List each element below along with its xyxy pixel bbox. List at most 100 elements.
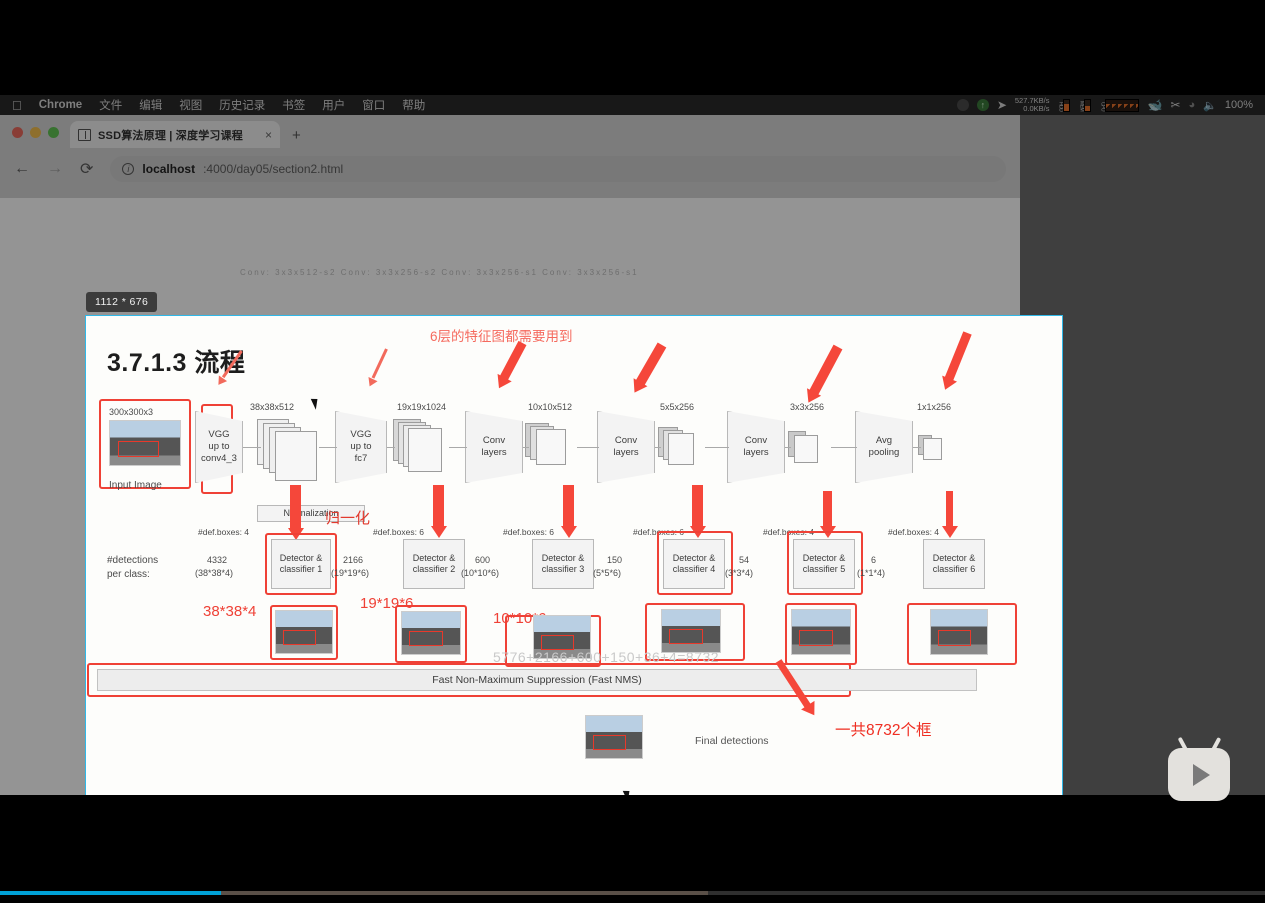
block-vgg-conv43-l1: VGG <box>208 429 230 441</box>
connector-3 <box>387 447 395 448</box>
annotation-total-boxes-text: 一共8732个框 <box>835 722 932 739</box>
connector-5 <box>523 447 529 448</box>
detector-box-2: Detector & classifier 2 <box>403 539 465 589</box>
feature-map-cube-6 <box>918 435 952 467</box>
screen-root:  Chrome 文件 编辑 视图 历史记录 书签 用户 窗口 帮助 ↑ ➤ 5… <box>0 0 1265 903</box>
detections-per-class-label-line2: per class: <box>107 569 150 580</box>
block-conv1-l1: Conv <box>482 435 506 447</box>
annotation-arrow-3 <box>491 340 527 392</box>
video-progress-bar[interactable] <box>0 891 1265 895</box>
annotation-top-text: 6层的特征图都需要用到 <box>430 329 573 344</box>
count-formula-5: (3*3*4) <box>725 568 754 578</box>
count-total-3: 600 <box>475 555 491 565</box>
annotation-arrow-detector-2 <box>430 485 447 538</box>
connector-2 <box>319 447 337 448</box>
count-formula-2: (19*19*6) <box>331 568 370 578</box>
feature-map-cube-3 <box>525 423 577 473</box>
block-avgpool-l1: Avg <box>875 435 893 447</box>
input-image-label: Input Image <box>109 480 162 491</box>
nms-bar: Fast Non-Maximum Suppression (Fast NMS) <box>97 669 977 691</box>
feature-map-cube-4 <box>658 427 704 471</box>
count-formula-1: (38*38*4) <box>195 568 234 578</box>
detector-box-1: Detector & classifier 1 <box>271 539 331 589</box>
annotation-arrow-2 <box>364 348 388 389</box>
feature-map-label-1: 38x38x512 <box>250 402 295 412</box>
detector-label-5: Detector & classifier 5 <box>802 552 846 574</box>
connector-8 <box>705 447 729 448</box>
feature-map-cube-1 <box>257 419 319 485</box>
feature-map-label-2: 19x19x1024 <box>397 402 447 412</box>
connector-1 <box>243 447 261 448</box>
captured-selection-region[interactable]: 3.7.1.3 流程 6层的特征图都需要用到 300x300x3 Input I… <box>85 315 1063 795</box>
block-vgg-fc7-l2: up to <box>350 441 372 453</box>
block-vgg-conv43-l2: up to <box>208 441 230 453</box>
screen-recording-viewport:  Chrome 文件 编辑 视图 历史记录 书签 用户 窗口 帮助 ↑ ➤ 5… <box>0 95 1265 795</box>
connector-6 <box>577 447 599 448</box>
feature-map-label-4: 5x5x256 <box>660 402 695 412</box>
block-conv3-l2: layers <box>743 447 769 458</box>
detector-box-4: Detector & classifier 4 <box>663 539 725 589</box>
connector-4 <box>449 447 467 448</box>
block-vgg-fc7-l1: VGG <box>350 429 372 441</box>
count-total-4: 150 <box>607 555 623 565</box>
detector-label-3: Detector & classifier 3 <box>541 552 585 574</box>
block-vgg-conv43: VGG up to conv4_3 <box>195 411 243 483</box>
block-avg-pooling: Avg pooling <box>855 411 913 483</box>
detector-box-6: Detector & classifier 6 <box>923 539 985 589</box>
annotation-arrow-6 <box>937 331 972 393</box>
block-conv-layers-3: Conv layers <box>727 411 785 483</box>
block-avgpool-l2: pooling <box>868 447 900 458</box>
count-total-5: 54 <box>739 555 750 565</box>
count-total-2: 2166 <box>343 555 364 565</box>
annotation-arrow-5 <box>801 344 843 407</box>
player-logo-icon[interactable] <box>1168 748 1230 801</box>
detector-box-3: Detector & classifier 3 <box>532 539 594 589</box>
block-conv1-l2: layers <box>481 447 507 458</box>
count-formula-6: (1*1*4) <box>857 568 886 578</box>
block-vgg-fc7-l3: fc7 <box>354 452 368 464</box>
count-total-6: 6 <box>871 555 877 565</box>
block-vgg-fc7: VGG up to fc7 <box>335 411 387 483</box>
block-vgg-conv43-l3: conv4_3 <box>201 452 237 464</box>
final-detection-thumbnail <box>585 715 643 759</box>
annotation-arrow-4 <box>627 342 667 397</box>
block-conv-layers-2: Conv layers <box>597 411 655 483</box>
connector-9 <box>785 447 791 448</box>
detection-thumb-4 <box>661 609 721 653</box>
count-formula-4: (5*5*6) <box>593 568 622 578</box>
annotation-arrow-detector-1 <box>287 485 304 540</box>
annotation-arrow-detector-5 <box>819 491 836 538</box>
annotation-size-1: 38*38*4 <box>203 603 257 620</box>
selection-size-badge: 1112 * 676 <box>86 292 158 312</box>
block-conv3-l1: Conv <box>744 435 768 447</box>
input-image-thumbnail <box>109 420 181 466</box>
block-conv-layers-1: Conv layers <box>465 411 523 483</box>
detector-label-2: Detector & classifier 2 <box>412 552 456 574</box>
annotation-arrow-detector-3 <box>560 485 577 538</box>
detector-label-6: Detector & classifier 6 <box>932 552 976 574</box>
count-formula-3: (10*10*6) <box>461 568 500 578</box>
detection-thumb-5 <box>791 609 851 655</box>
count-total-1: 4332 <box>207 555 228 565</box>
def-boxes-label-1: #def.boxes: 4 <box>198 527 250 537</box>
detector-box-5: Detector & classifier 5 <box>793 539 855 589</box>
connector-11 <box>913 447 921 448</box>
block-conv2-l2: layers <box>613 447 639 458</box>
detector-label-1: Detector & classifier 1 <box>279 552 323 574</box>
detection-thumb-6 <box>930 609 988 655</box>
annotation-arrow-detector-6 <box>941 491 958 538</box>
feature-map-label-3: 10x10x512 <box>528 402 573 412</box>
feature-map-label-5: 3x3x256 <box>790 402 825 412</box>
detection-thumb-2 <box>401 611 461 655</box>
detection-thumb-1 <box>275 610 333 654</box>
connector-10 <box>831 447 857 448</box>
video-played-range <box>0 891 222 895</box>
final-detections-label: Final detections <box>695 735 769 747</box>
feature-map-label-6: 1x1x256 <box>917 402 952 412</box>
def-boxes-label-2: #def.boxes: 6 <box>373 527 425 537</box>
detections-per-class-label-line1: #detections <box>107 555 159 566</box>
input-dims-label: 300x300x3 <box>109 407 154 417</box>
def-boxes-label-3: #def.boxes: 6 <box>503 527 555 537</box>
def-boxes-label-6: #def.boxes: 4 <box>888 527 940 537</box>
annotation-arrow-detector-4 <box>689 485 706 538</box>
